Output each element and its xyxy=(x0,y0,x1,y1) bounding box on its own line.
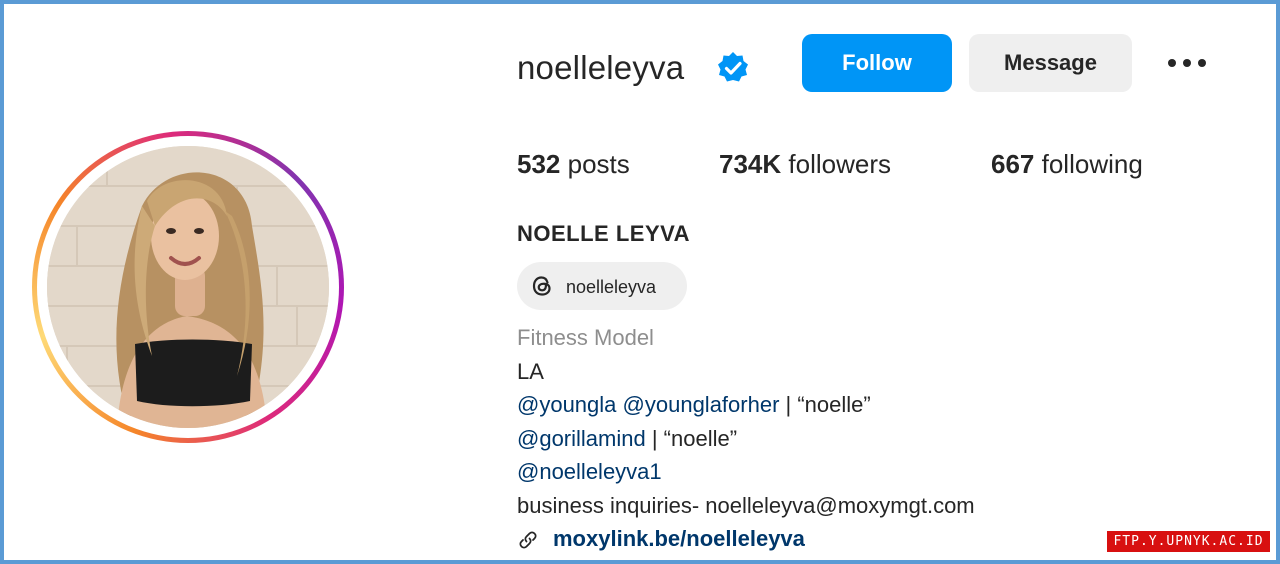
bio-line-2: @gorillamind | “noelle” xyxy=(517,424,737,454)
link-icon xyxy=(519,531,537,549)
threads-handle: noelleleyva xyxy=(566,277,657,297)
profile-username: noelleleyva xyxy=(517,49,685,86)
followers-count: 734K xyxy=(719,149,782,179)
following-label: following xyxy=(1041,149,1143,179)
link-url[interactable]: moxylink.be/noelleleyva xyxy=(553,524,805,554)
followers-label: followers xyxy=(788,149,891,179)
profile-full-name: NOELLE LEYVA xyxy=(517,221,691,246)
story-ring[interactable] xyxy=(32,131,344,443)
verified-badge-icon xyxy=(718,52,748,82)
threads-badge[interactable]: noelleleyva xyxy=(517,262,687,310)
bio-line-3: @noelleleyva1 xyxy=(517,457,662,487)
message-button[interactable]: Message xyxy=(969,34,1132,92)
bio-business-email: business inquiries- noelleleyva@moxymgt.… xyxy=(517,493,975,518)
mention-link[interactable]: @younglaforher xyxy=(623,392,780,417)
profile-avatar[interactable] xyxy=(47,146,329,428)
bio-text: | “noelle” xyxy=(779,392,871,417)
following-count: 667 xyxy=(991,149,1035,179)
profile-header: noelleleyva Follow Message 532 posts 734… xyxy=(0,0,1280,564)
avatar-photo xyxy=(47,146,329,428)
mention-link[interactable]: @noelleleyva1 xyxy=(517,459,662,484)
follow-button[interactable]: Follow xyxy=(802,34,952,92)
mention-link[interactable]: @youngla xyxy=(517,392,616,417)
profile-category: Fitness Model xyxy=(517,325,654,350)
mention-link[interactable]: @gorillamind xyxy=(517,426,646,451)
bio-line-1: @youngla @younglaforher | “noelle” xyxy=(517,390,871,420)
watermark-label: FTP.Y.UPNYK.AC.ID xyxy=(1107,531,1270,552)
posts-label: posts xyxy=(567,149,630,179)
following-stat[interactable]: 667 following xyxy=(991,146,1143,182)
bio-text: | “noelle” xyxy=(645,426,738,451)
more-options-icon[interactable] xyxy=(1164,48,1210,78)
threads-icon xyxy=(532,276,551,296)
posts-count: 532 xyxy=(517,149,561,179)
profile-location: LA xyxy=(517,359,544,384)
followers-stat[interactable]: 734K followers xyxy=(719,146,891,182)
posts-stat: 532 posts xyxy=(517,146,630,182)
